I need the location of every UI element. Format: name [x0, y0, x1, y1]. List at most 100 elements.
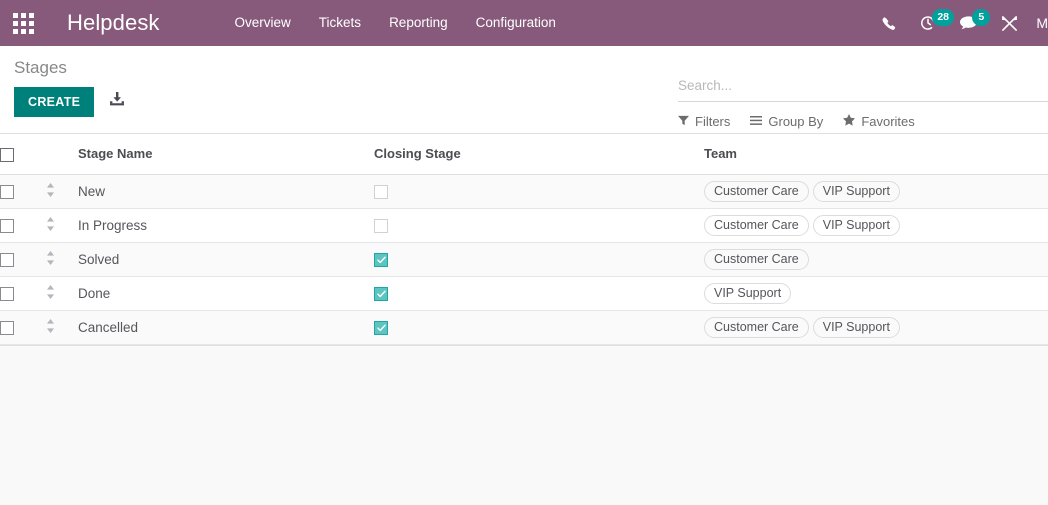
cell-closing-stage[interactable] [374, 174, 704, 209]
row-select-checkbox[interactable] [0, 252, 14, 267]
systray: 28 5 M [870, 0, 1048, 46]
table-row[interactable]: Cancelled Customer Care VIP Support [0, 310, 1048, 345]
import-download-icon [109, 91, 125, 113]
search-input[interactable] [678, 78, 1048, 93]
tools-button[interactable] [989, 0, 1030, 46]
row-drag-cell [46, 310, 78, 345]
team-tag[interactable]: Customer Care [704, 214, 809, 236]
cell-team-tags[interactable]: VIP Support [704, 276, 1048, 311]
select-all-checkbox[interactable] [0, 147, 14, 162]
control-panel-right: Filters Group By Favor [678, 46, 1048, 129]
filters-button[interactable]: Filters [678, 114, 730, 129]
cell-team-tags[interactable]: Customer Care VIP Support [704, 208, 1048, 243]
closing-stage-checkbox[interactable] [374, 184, 388, 199]
team-tag[interactable]: Customer Care [704, 180, 809, 202]
list-empty-area [0, 344, 1048, 505]
row-select-checkbox[interactable] [0, 286, 14, 301]
row-select-cell [0, 208, 46, 243]
menu-item-configuration[interactable]: Configuration [462, 0, 570, 46]
user-menu-button[interactable]: M [1030, 15, 1048, 31]
row-drag-cell [46, 242, 78, 277]
funnel-icon [678, 114, 689, 129]
table-row[interactable]: New Customer Care VIP Support [0, 174, 1048, 209]
drag-handle-icon[interactable] [46, 182, 55, 200]
cell-closing-stage[interactable] [374, 242, 704, 277]
closing-stage-checkbox-checked[interactable] [374, 320, 388, 335]
drag-handle-icon[interactable] [46, 216, 55, 234]
cell-stage-name[interactable]: Cancelled [78, 310, 374, 345]
column-header-closing-stage[interactable]: Closing Stage [374, 134, 704, 175]
cell-stage-name[interactable]: Solved [78, 242, 374, 277]
stages-list-view: Stage Name Closing Stage Team New Custome… [0, 134, 1048, 505]
row-drag-cell [46, 174, 78, 209]
star-icon [843, 114, 856, 129]
drag-handle-icon[interactable] [46, 250, 55, 268]
cell-team-tags[interactable]: Customer Care VIP Support [704, 174, 1048, 209]
menu-item-tickets[interactable]: Tickets [305, 0, 375, 46]
filters-label: Filters [695, 114, 731, 129]
column-header-stage-name[interactable]: Stage Name [78, 134, 374, 175]
row-drag-cell [46, 276, 78, 311]
cell-closing-stage[interactable] [374, 310, 704, 345]
row-select-checkbox[interactable] [0, 218, 14, 233]
app-brand-title[interactable]: Helpdesk [67, 10, 160, 36]
create-button[interactable]: CREATE [14, 87, 95, 117]
messages-button[interactable]: 5 [948, 0, 991, 46]
group-by-label: Group By [768, 114, 824, 129]
row-select-cell [0, 276, 46, 311]
stages-table: Stage Name Closing Stage Team New Custome… [0, 134, 1048, 345]
closing-stage-checkbox-checked[interactable] [374, 286, 388, 301]
team-tag[interactable]: Customer Care [704, 248, 809, 270]
select-all-header [0, 134, 46, 175]
table-body: New Customer Care VIP Support In Progress Cu… [0, 174, 1048, 345]
hamburger-lines-icon [750, 114, 763, 129]
team-tag[interactable]: VIP Support [704, 282, 792, 304]
closing-stage-checkbox[interactable] [374, 218, 388, 233]
team-tag[interactable]: VIP Support [812, 316, 900, 338]
table-header-row: Stage Name Closing Stage Team [0, 134, 1048, 175]
team-tag[interactable]: VIP Support [812, 214, 900, 236]
table-row[interactable]: In Progress Customer Care VIP Support [0, 208, 1048, 243]
row-select-checkbox[interactable] [0, 184, 14, 199]
apps-menu-button[interactable] [0, 0, 46, 46]
import-records-button[interactable] [109, 91, 125, 113]
table-row[interactable]: Done VIP Support [0, 276, 1048, 311]
cell-closing-stage[interactable] [374, 208, 704, 243]
cell-stage-name[interactable]: New [78, 174, 374, 209]
cell-stage-name[interactable]: In Progress [78, 208, 374, 243]
cell-team-tags[interactable]: Customer Care [704, 242, 1048, 277]
favorites-label: Favorites [861, 114, 915, 129]
row-select-checkbox[interactable] [0, 320, 14, 335]
breadcrumb[interactable]: Stages [14, 46, 125, 83]
group-by-button[interactable]: Group By [750, 114, 823, 129]
menu-item-reporting[interactable]: Reporting [375, 0, 462, 46]
column-header-team[interactable]: Team [704, 134, 1048, 175]
row-drag-cell [46, 208, 78, 243]
control-panel: Stages CREATE Search... Filters Group By… [0, 46, 1048, 134]
drag-handle-icon[interactable] [46, 284, 55, 302]
phone-icon [882, 16, 896, 31]
team-tag[interactable]: Customer Care [704, 316, 809, 338]
drag-handle-icon[interactable] [46, 318, 55, 336]
search-bar[interactable] [678, 70, 1048, 102]
control-panel-left: Stages CREATE [14, 46, 125, 117]
table-header: Stage Name Closing Stage Team [0, 134, 1048, 175]
menu-item-overview[interactable]: Overview [221, 0, 305, 46]
favorites-button[interactable]: Favorites [843, 114, 915, 129]
handle-header [46, 134, 78, 175]
team-tag[interactable]: VIP Support [812, 180, 900, 202]
cell-stage-name[interactable]: Done [78, 276, 374, 311]
phone-button[interactable] [870, 0, 908, 46]
closing-stage-checkbox-checked[interactable] [374, 252, 388, 267]
table-row[interactable]: Solved Customer Care [0, 242, 1048, 277]
control-panel-buttons: CREATE [14, 87, 125, 117]
activities-button[interactable]: 28 [908, 0, 955, 46]
search-dropdown-buttons: Filters Group By Favorites [678, 114, 1048, 129]
cell-team-tags[interactable]: Customer Care VIP Support [704, 310, 1048, 345]
tools-icon [1001, 15, 1018, 32]
main-menu: Overview Tickets Reporting Configuration [221, 0, 570, 46]
top-navbar: Helpdesk Overview Tickets Reporting Conf… [0, 0, 1048, 46]
cell-closing-stage[interactable] [374, 276, 704, 311]
apps-grid-icon [12, 12, 34, 34]
row-select-cell [0, 174, 46, 209]
